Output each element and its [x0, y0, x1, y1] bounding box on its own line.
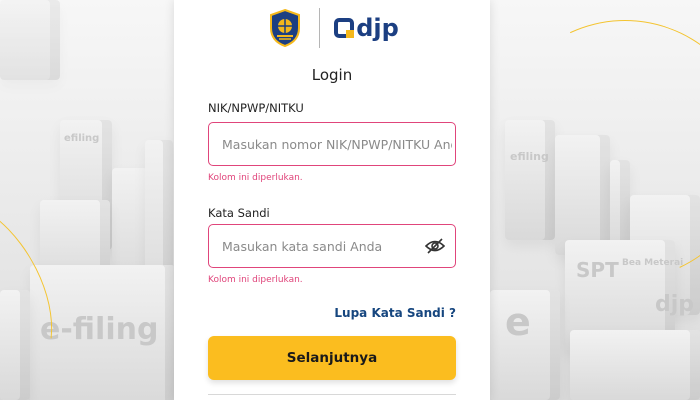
submit-button[interactable]: Selanjutnya — [208, 336, 456, 380]
bg-label-djp: djp — [655, 292, 695, 317]
djp-logo-text: djp — [356, 14, 399, 42]
id-field-label: NIK/NPWP/NITKU — [208, 101, 304, 115]
decorative-curve — [458, 0, 700, 317]
id-input[interactable] — [222, 123, 452, 165]
bg-block — [0, 0, 60, 80]
bg-block — [570, 330, 700, 400]
card-divider — [208, 394, 456, 395]
password-field-error: Kolom ini diperlukan. — [208, 275, 303, 285]
page-title: Login — [311, 66, 353, 84]
password-input[interactable] — [222, 225, 422, 267]
djp-logo: djp — [334, 14, 399, 42]
bg-label-e: e — [505, 300, 531, 344]
id-field-error: Kolom ini diperlukan. — [208, 173, 303, 183]
bg-label-efiling-large: e-filing — [40, 312, 159, 347]
djp-logo-icon — [334, 18, 355, 38]
eye-slash-icon[interactable] — [425, 238, 445, 254]
id-field-container — [208, 122, 456, 166]
logo-divider — [319, 8, 321, 48]
password-field-container — [208, 224, 456, 268]
password-field-label: Kata Sandi — [208, 206, 270, 220]
bg-label-efiling-small: efiling — [64, 133, 100, 144]
kemenkeu-emblem-icon — [270, 8, 301, 48]
forgot-password-link[interactable]: Lupa Kata Sandi ? — [334, 306, 456, 320]
login-card: djp Login NIK/NPWP/NITKU Kolom ini diper… — [174, 0, 490, 400]
brand-header: djp — [174, 6, 490, 50]
